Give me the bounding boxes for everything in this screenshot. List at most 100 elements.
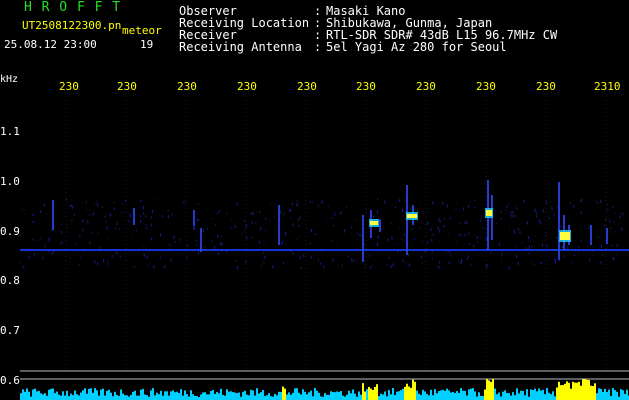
histogram-bar xyxy=(330,391,332,400)
noise-speck xyxy=(80,256,82,258)
histogram-bar xyxy=(484,389,486,400)
histogram-bar xyxy=(252,390,254,400)
noise-speck xyxy=(273,215,275,218)
noise-speck xyxy=(571,261,573,264)
noise-speck xyxy=(251,236,253,239)
noise-speck xyxy=(569,201,571,204)
noise-speck xyxy=(203,229,205,233)
histogram-bar xyxy=(96,390,98,400)
histogram-bar xyxy=(84,388,86,400)
histogram-bar xyxy=(496,394,498,400)
noise-speck xyxy=(167,209,169,212)
echo-streak xyxy=(379,220,381,232)
histogram-bar xyxy=(116,394,118,400)
histogram-bar xyxy=(622,390,624,400)
noise-speck xyxy=(260,227,262,231)
noise-speck xyxy=(388,256,390,259)
histogram-bar xyxy=(118,395,120,400)
histogram-bar xyxy=(396,391,398,400)
noise-speck xyxy=(621,227,623,231)
histogram-bar xyxy=(504,390,506,400)
noise-speck xyxy=(296,200,298,203)
histogram-bar xyxy=(440,390,442,400)
noise-speck xyxy=(506,205,508,209)
noise-speck xyxy=(512,210,514,214)
noise-speck xyxy=(468,232,470,236)
histogram-bar xyxy=(438,391,440,400)
noise-speck xyxy=(514,214,516,217)
histogram-bar xyxy=(566,381,568,400)
histogram-bar xyxy=(232,392,234,400)
noise-speck xyxy=(528,236,530,240)
noise-speck xyxy=(370,266,371,269)
noise-speck xyxy=(392,263,394,267)
noise-speck xyxy=(438,229,440,233)
noise-speck xyxy=(296,239,298,241)
noise-speck xyxy=(542,243,543,247)
histogram-bar xyxy=(592,386,594,400)
noise-speck xyxy=(589,258,591,262)
noise-speck xyxy=(479,219,481,222)
histogram-bar xyxy=(420,395,422,400)
echo-core xyxy=(486,210,492,216)
histogram-bar xyxy=(200,394,202,400)
noise-speck xyxy=(143,252,145,256)
histogram-bar xyxy=(332,392,334,400)
histogram-bar xyxy=(442,389,444,400)
noise-speck xyxy=(252,220,254,224)
histogram-bar xyxy=(316,390,318,400)
histogram-bar xyxy=(160,390,162,400)
noise-speck xyxy=(357,239,359,241)
histogram-bar xyxy=(530,389,532,400)
noise-speck xyxy=(548,216,550,220)
echo-streak xyxy=(558,182,560,260)
histogram-bar xyxy=(560,385,562,400)
noise-speck xyxy=(116,222,118,226)
noise-speck xyxy=(517,262,519,266)
noise-speck xyxy=(107,238,109,240)
histogram-bar xyxy=(426,393,428,400)
noise-speck xyxy=(264,242,266,243)
histogram-bar xyxy=(520,390,522,400)
noise-speck xyxy=(622,213,624,216)
noise-speck xyxy=(609,220,611,223)
histogram-bar xyxy=(196,396,198,400)
noise-speck xyxy=(85,220,87,222)
noise-speck xyxy=(431,238,433,242)
histogram-bar xyxy=(194,396,196,400)
noise-speck xyxy=(501,253,503,257)
histogram-bar xyxy=(270,396,272,400)
noise-speck xyxy=(356,258,358,260)
noise-speck xyxy=(181,213,183,215)
noise-speck xyxy=(511,214,513,218)
noise-speck xyxy=(142,212,144,215)
histogram-bar xyxy=(580,385,582,400)
noise-speck xyxy=(143,206,144,210)
noise-speck xyxy=(334,212,336,216)
histogram-bar xyxy=(478,392,480,400)
histogram-bar xyxy=(124,395,126,400)
histogram-bar xyxy=(268,393,270,400)
histogram-bar xyxy=(72,395,74,400)
noise-speck xyxy=(245,224,247,228)
noise-speck xyxy=(241,233,243,235)
noise-speck xyxy=(468,255,469,259)
noise-speck xyxy=(621,212,622,215)
histogram-bar xyxy=(488,380,490,400)
histogram-bar xyxy=(242,392,244,400)
noise-speck xyxy=(486,265,488,269)
noise-speck xyxy=(516,207,518,210)
noise-speck xyxy=(20,262,21,264)
noise-speck xyxy=(142,200,144,202)
histogram-bar xyxy=(594,383,596,400)
noise-speck xyxy=(394,206,396,209)
histogram-bar xyxy=(626,389,628,400)
noise-speck xyxy=(234,222,236,224)
noise-speck xyxy=(515,215,517,217)
noise-speck xyxy=(376,242,378,246)
noise-speck xyxy=(258,240,260,244)
noise-speck xyxy=(567,246,569,249)
noise-speck xyxy=(322,247,324,249)
noise-speck xyxy=(298,225,300,227)
noise-speck xyxy=(618,257,620,259)
